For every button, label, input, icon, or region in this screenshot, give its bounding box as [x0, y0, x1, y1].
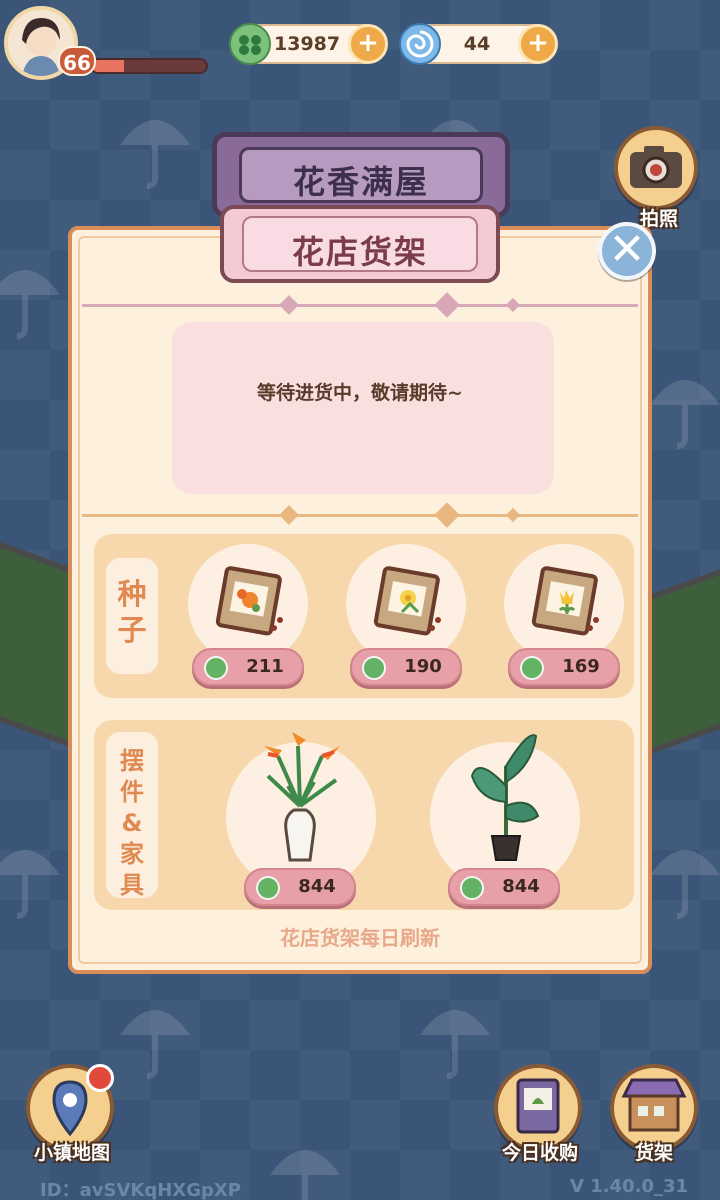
seed-packet-daffodil-icon: [373, 566, 441, 636]
umbrella-pattern-icon: [0, 270, 60, 339]
seeds-section: 种子 211 190 169: [94, 534, 634, 698]
bird-of-paradise-vase-icon: [264, 732, 340, 862]
seed-price: 190: [404, 656, 442, 677]
leaf-currency-value: 13987: [274, 33, 341, 55]
shop-shelf-panel: 等待进货中，敬请期待~ 种子 211 190 169 摆件&家具 844 844…: [68, 226, 652, 974]
add-swirl-currency-button[interactable]: +: [518, 24, 558, 64]
daily-purchase-label: 今日收购: [501, 1142, 578, 1164]
experience-fill: [92, 60, 124, 72]
seed-price-button[interactable]: 190: [350, 648, 462, 686]
swirl-currency-value: 44: [463, 33, 491, 55]
clover-coin-icon: [256, 876, 280, 900]
seed-item[interactable]: 169: [504, 544, 624, 694]
clover-coin-icon: [460, 876, 484, 900]
shelf-subtitle-plaque: 花店货架: [220, 205, 500, 283]
furniture-item[interactable]: 844: [224, 726, 376, 906]
furniture-item[interactable]: 844: [428, 726, 580, 906]
leaf-currency: 13987 +: [229, 23, 388, 65]
seed-price: 169: [562, 656, 600, 677]
clover-coin-icon: [362, 656, 386, 680]
close-button[interactable]: ✕: [598, 222, 656, 280]
notification-dot: [86, 1064, 114, 1092]
umbrella-pattern-icon: [120, 120, 190, 189]
umbrella-pattern-icon: [650, 850, 720, 919]
shop-title: 花香满屋: [292, 163, 429, 201]
shelf-subtitle: 花店货架: [291, 233, 428, 271]
umbrella-pattern-icon: [420, 1010, 490, 1079]
umbrella-pattern-icon: [120, 1010, 190, 1079]
add-leaf-currency-button[interactable]: +: [348, 24, 388, 64]
top-divider: [82, 304, 638, 307]
mid-divider: [82, 514, 638, 517]
furniture-section-label: 摆件&家具: [106, 732, 158, 899]
seeds-section-label: 种子: [106, 558, 158, 674]
seed-price-button[interactable]: 169: [508, 648, 620, 686]
clover-coin-icon: [520, 656, 544, 680]
seed-item[interactable]: 211: [188, 544, 308, 694]
clover-coin-icon: [204, 656, 228, 680]
seed-packet-orange-flower-icon: [215, 566, 283, 636]
player-id: ID：avSVKqHXGpXP: [40, 1180, 241, 1200]
close-icon: ✕: [608, 224, 646, 275]
furniture-section: 摆件&家具 844 844: [94, 720, 634, 910]
refresh-note: 花店货架每日刷新: [280, 926, 440, 950]
seed-packet-tulip-icon: [531, 566, 599, 636]
seed-item[interactable]: 190: [346, 544, 466, 694]
furniture-price-button[interactable]: 844: [244, 868, 356, 906]
restock-message: 等待进货中，敬请期待~: [257, 382, 463, 404]
market-stall-icon: [621, 1078, 687, 1132]
furniture-price: 844: [298, 876, 336, 897]
umbrella-pattern-icon: [270, 1150, 340, 1200]
swirl-currency: 44 +: [399, 23, 558, 65]
photo-button[interactable]: [614, 126, 698, 210]
shelf-button-label: 货架: [634, 1142, 673, 1164]
umbrella-pattern-icon: [0, 850, 60, 919]
furniture-price-button[interactable]: 844: [448, 868, 560, 906]
umbrella-pattern-icon: [650, 380, 720, 449]
camera-icon: [630, 146, 682, 188]
clover-coin-icon: [229, 23, 271, 65]
level-badge: 66: [58, 46, 96, 76]
restock-message-box: [172, 322, 554, 494]
banana-leaf-plant-icon: [470, 734, 540, 861]
version-label: V 1.40.0_31: [570, 1176, 689, 1197]
purchase-board-icon: [516, 1078, 560, 1134]
seed-price: 211: [246, 656, 284, 677]
furniture-price: 844: [502, 876, 540, 897]
town-map-label: 小镇地图: [33, 1142, 110, 1164]
blue-swirl-icon: [399, 23, 441, 65]
experience-bar: [90, 58, 208, 74]
seed-price-button[interactable]: 211: [192, 648, 304, 686]
